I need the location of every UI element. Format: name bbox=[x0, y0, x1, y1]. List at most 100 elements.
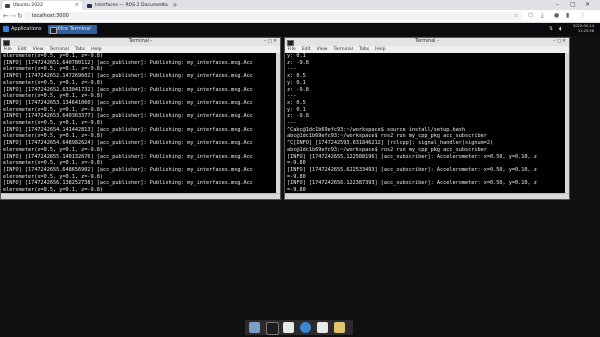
home-folder-icon[interactable] bbox=[283, 322, 294, 333]
terminal-line: ^C[INFO] [1747242593.631846212] [rclcpp]… bbox=[287, 140, 494, 147]
maximize-window-icon[interactable]: ▢ bbox=[570, 0, 576, 10]
close-window-icon[interactable]: ✕ bbox=[585, 0, 590, 10]
back-arrow-icon[interactable]: ← bbox=[3, 10, 9, 22]
terminal-line: elerometer(x=0.5, y=0.1, z=-9.8) bbox=[3, 79, 103, 86]
terminal-line: [INFO] [1747242654.141442813] [acc_publi… bbox=[3, 126, 253, 133]
terminal-line: x: 0.5 bbox=[287, 99, 306, 106]
terminal-line: [INFO] [1747242655.140132676] [acc_publi… bbox=[3, 153, 253, 160]
browser-tab-interfaces[interactable]: Interfaces — ROS 2 Documenta × bbox=[84, 1, 168, 10]
terminal-line: x: 0.5 bbox=[287, 73, 306, 80]
search-icon[interactable] bbox=[317, 322, 328, 333]
terminal-line: --- bbox=[287, 120, 297, 127]
terminal-line: --- bbox=[287, 93, 297, 100]
sidebar-icon[interactable]: ▮ bbox=[566, 10, 569, 22]
terminal-line: z: -9.8 bbox=[287, 86, 309, 93]
terminal-line: abc@1dc1b69efc93:~/workspace$ ros2 run m… bbox=[287, 133, 487, 140]
terminal-line: elerometer(x=0.5, y=0.1, z=-9.8) bbox=[3, 146, 103, 153]
new-tab-button[interactable]: + bbox=[172, 0, 178, 10]
terminal-line: [INFO] [1747242652.147269602] [acc_publi… bbox=[3, 73, 253, 80]
terminal-line: =-9.80 bbox=[287, 173, 306, 180]
forward-arrow-icon[interactable]: → bbox=[10, 10, 16, 22]
terminal-line: y: 0.1 bbox=[287, 106, 306, 113]
terminal-line: [INFO] [1747242654.648982624] [acc_publi… bbox=[3, 140, 253, 147]
remote-desktop: Applications Xfce Terminal ⇅ ◖ 2025-05-1… bbox=[0, 23, 600, 337]
terminal-line: y: 0.1 bbox=[287, 53, 306, 59]
menu-tabs[interactable]: Tabs bbox=[359, 47, 369, 52]
network-icon[interactable]: ⇅ bbox=[549, 23, 553, 36]
tab-favicon-icon bbox=[5, 3, 10, 8]
terminal-title: Terminal - bbox=[128, 39, 153, 44]
terminal-line: elerometer(x=0.5, y=0.1, z=-9.8) bbox=[3, 53, 103, 59]
browser-toolbar: ← → ↻ localhost:3000 ☆ ⬡ ⤓ ● ▮ ⋮ bbox=[0, 10, 600, 23]
profile-avatar-icon[interactable]: ● bbox=[554, 10, 559, 22]
terminal-output[interactable]: elerometer(x=0.5, y=0.1, z=-9.8) [INFO] [… bbox=[1, 53, 276, 194]
menu-edit[interactable]: Edit bbox=[18, 47, 27, 52]
terminal-line: [INFO] [1747242653.134641060] [acc_publi… bbox=[3, 99, 253, 106]
web-browser-icon[interactable] bbox=[300, 322, 311, 333]
more-options-icon[interactable]: ⋮ bbox=[580, 10, 586, 22]
terminal-line: elerometer(x=0.5, y=0.1, z=-9.8) bbox=[3, 120, 103, 127]
address-bar[interactable]: localhost:3000 ☆ bbox=[24, 12, 522, 20]
terminal-line: elerometer(x=0.5, y=0.1, z=-9.8) bbox=[3, 173, 103, 180]
terminal-line: [INFO] [1747242651.640780112] [acc_publi… bbox=[3, 59, 253, 66]
terminal-line: [INFO] [1747242656.122387393] [acc_subsc… bbox=[287, 180, 537, 187]
volume-icon[interactable]: ◖ bbox=[559, 23, 562, 36]
files-icon[interactable] bbox=[334, 322, 345, 333]
terminal-icon[interactable] bbox=[266, 322, 279, 335]
close-tab-icon[interactable]: × bbox=[75, 1, 79, 10]
screen: Ubuntu 2022 × Interfaces — ROS 2 Documen… bbox=[0, 0, 600, 337]
window-controls[interactable]: –▢✕ bbox=[264, 38, 278, 46]
panel-clock[interactable]: 2025-05-14 11:25:58 bbox=[573, 24, 594, 34]
terminal-line: elerometer(x=0.5, y=0.1, z=-9.8) bbox=[3, 66, 103, 73]
menu-edit[interactable]: Edit bbox=[302, 47, 311, 52]
menu-view[interactable]: View bbox=[317, 47, 328, 52]
taskbar-item-terminal[interactable]: Xfce Terminal bbox=[48, 25, 97, 34]
xfce-top-panel: Applications Xfce Terminal ⇅ ◖ 2025-05-1… bbox=[0, 23, 600, 36]
tab-title: Interfaces — ROS 2 Documenta bbox=[95, 3, 168, 8]
reload-icon[interactable]: ↻ bbox=[17, 10, 23, 22]
terminal-window-subscriber[interactable]: Terminal - –▢✕ File Edit View Terminal Tabs H… bbox=[284, 37, 570, 200]
terminal-line: [INFO] [1747242656.138252738] [acc_publi… bbox=[3, 180, 253, 187]
terminal-line: [INFO] [1747242655.122508196] [acc_subsc… bbox=[287, 153, 537, 160]
applications-menu-label: Applications bbox=[11, 26, 42, 32]
applications-menu-icon bbox=[3, 26, 9, 32]
bookmark-star-icon[interactable]: ☆ bbox=[514, 12, 518, 20]
terminal-line: =-9.80 bbox=[287, 160, 306, 167]
dock bbox=[245, 320, 353, 335]
terminal-output[interactable]: y: 0.1 z: -9.8 --- x: 0.5 y: 0.1 z: -9.8 --- x:… bbox=[285, 53, 565, 194]
terminal-line: ^Cabc@1dc1b69efc93:~/workspace$ source i… bbox=[287, 126, 466, 133]
menu-help[interactable]: Help bbox=[375, 47, 385, 52]
terminal-line: [INFO] [1747242653.640363377] [acc_publi… bbox=[3, 113, 253, 120]
terminal-line: --- bbox=[287, 66, 297, 73]
downloads-icon[interactable]: ⤓ bbox=[541, 10, 544, 22]
menu-file[interactable]: File bbox=[4, 47, 12, 52]
terminal-window-publisher[interactable]: Terminal - –▢✕ File Edit View Terminal Tabs H… bbox=[0, 37, 281, 200]
taskbar-item-label: Xfce Terminal bbox=[57, 26, 91, 32]
screen-icon[interactable] bbox=[249, 322, 260, 333]
menu-view[interactable]: View bbox=[33, 47, 44, 52]
browser-tab-ubuntu[interactable]: Ubuntu 2022 × bbox=[2, 1, 82, 10]
applications-menu[interactable]: Applications bbox=[2, 25, 42, 34]
terminal-line: z: -9.8 bbox=[287, 113, 309, 120]
terminal-line: elerometer(x=0.5, y=0.1, z=-9.8) bbox=[3, 93, 103, 100]
terminal-line: elerometer(x=0.5, y=0.1, z=-9.8) bbox=[3, 160, 103, 167]
terminal-line: [INFO] [1747242655.648656902] [acc_publi… bbox=[3, 166, 253, 173]
terminal-line: elerometer(x=0.5, y=0.1, z=-9.8) bbox=[3, 106, 103, 113]
terminal-scrollbar[interactable] bbox=[276, 53, 280, 194]
terminal-line: y: 0.1 bbox=[287, 79, 306, 86]
clock-time: 11:25:58 bbox=[577, 29, 594, 33]
menu-help[interactable]: Help bbox=[91, 47, 101, 52]
minimize-window-icon[interactable]: – bbox=[556, 0, 559, 10]
menu-file[interactable]: File bbox=[288, 47, 296, 52]
tab-favicon-icon bbox=[87, 3, 92, 8]
close-tab-icon[interactable]: × bbox=[161, 1, 165, 10]
address-text: localhost:3000 bbox=[32, 13, 69, 19]
terminal-line: elerometer(x=0.5, y=0.1, z=-9.8) bbox=[3, 133, 103, 140]
extensions-icon[interactable]: ⬡ bbox=[528, 10, 533, 22]
menu-tabs[interactable]: Tabs bbox=[75, 47, 85, 52]
terminal-scrollbar[interactable] bbox=[565, 53, 569, 194]
window-controls[interactable]: –▢✕ bbox=[553, 38, 567, 46]
terminal-title: Terminal - bbox=[415, 39, 439, 44]
menu-terminal[interactable]: Terminal bbox=[334, 47, 353, 52]
menu-terminal[interactable]: Terminal bbox=[50, 47, 69, 52]
